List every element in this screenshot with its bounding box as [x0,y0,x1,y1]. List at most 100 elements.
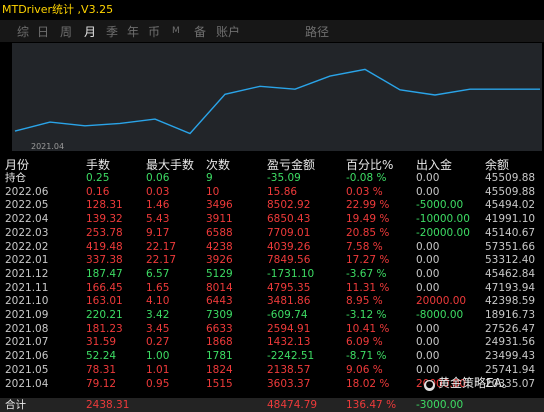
table-cell: 1868 [206,336,233,349]
tab-0[interactable]: 综 [17,23,29,40]
table-cell: 42398.59 [485,295,536,308]
table-cell: 2021.08 [5,322,49,335]
table-cell: 0.00 [416,240,440,253]
total-cell: 136.47 % [346,399,397,411]
table-row[interactable]: 2022.05 128.31 1.46 3496 8502.92 22.99 % -5000… [0,199,544,214]
total-cell: 2438.31 [86,399,130,411]
table-cell: 27526.47 [485,322,536,335]
table-cell: 0.00 [416,254,440,267]
table-cell: -8.71 % [346,350,387,363]
table-cell: 2021.11 [5,281,49,294]
table-row[interactable]: 2022.06 0.16 0.03 10 15.86 0.03 % 0.00 45509.88 [0,185,544,200]
table-cell: 4795.35 [267,281,311,294]
table-cell: 4238 [206,240,233,253]
table-cell: 220.21 [86,309,123,321]
table-cell: 持仓 [5,172,26,184]
total-cell: 合计 [5,399,26,411]
table-cell: -0.08 % [346,172,387,184]
table-cell: 31.59 [86,336,117,349]
tab-10[interactable]: 路径 [305,23,329,40]
table-cell: 163.01 [86,295,123,308]
table-cell: 0.00 [416,336,440,349]
table-cell: 253.78 [86,226,123,239]
tab-9[interactable]: 账户 [216,23,240,40]
table-cell: 3603.37 [267,377,311,390]
table-cell: 1.65 [146,281,170,294]
table-row[interactable]: 2022.01 337.38 22.17 3926 7849.56 17.27 % 0.00… [0,254,544,268]
tab-7[interactable]: M [172,26,180,36]
balance-line [14,68,540,135]
table-cell: 47193.94 [485,281,536,294]
table-cell: 7849.56 [267,254,311,267]
column-header[interactable]: 出入金 [416,156,452,173]
table-row[interactable]: 2021.11 166.45 1.65 8014 4795.35 11.31 % 0.00 4… [0,281,544,296]
tab-2[interactable]: 周 [60,23,72,40]
table-cell: 45140.67 [485,226,536,239]
table-cell: 4.10 [146,295,170,308]
table-cell: 41991.10 [485,213,536,226]
table-cell: 2021.12 [5,267,49,280]
table-row[interactable]: 2021.10 163.01 4.10 6443 3481.86 8.95 % 20000.… [0,295,544,309]
table-row[interactable]: 2022.02 419.48 22.17 4238 4039.26 7.58 % 0.00 5… [0,240,544,255]
table-row[interactable]: 2021.12 187.47 6.57 5129 -1731.10 -3.67 % 0.00… [0,267,544,282]
column-header[interactable]: 余额 [485,156,509,173]
table-cell: 11.31 % [346,281,390,294]
table-row[interactable]: 2022.03 253.78 9.17 6588 7709.01 20.85 % -2000… [0,226,544,241]
table-cell: 1781 [206,350,233,363]
column-header[interactable]: 盈亏金额 [267,156,315,173]
tab-4[interactable]: 季 [106,23,118,40]
table-cell: 0.00 [416,322,440,335]
tab-6[interactable]: 币 [148,23,160,40]
table-cell: 0.00 [416,172,440,184]
column-header[interactable]: 百分比% [346,156,393,173]
table-cell: 6633 [206,322,233,335]
table-cell: 2021.04 [5,377,49,390]
table-row[interactable]: 2021.07 31.59 0.27 1868 1432.13 6.09 % 0.00 249… [0,336,544,351]
table-cell: 2021.06 [5,350,49,363]
table-cell: 8.95 % [346,295,383,308]
table-cell: -1731.10 [267,267,315,280]
table-cell: 2022.05 [5,199,49,212]
table-cell: 337.38 [86,254,123,267]
tab-5[interactable]: 年 [127,23,139,40]
table-cell: 1.01 [146,363,170,376]
table-row[interactable]: 2021.08 181.23 3.45 6633 2594.91 10.41 % 0.00 2… [0,322,544,337]
tab-1[interactable]: 日 [37,23,49,40]
table-cell: -10000.00 [416,213,470,226]
table-row[interactable]: 2021.09 220.21 3.42 7309 -609.74 -3.12 % -8000… [0,309,544,323]
tab-8[interactable]: 备 [194,23,206,40]
table-cell: 17.27 % [346,254,390,267]
table-cell: 0.16 [86,185,110,198]
table-cell: 1515 [206,377,233,390]
table-cell: 0.00 [416,185,440,198]
table-cell: 18916.73 [485,309,536,321]
table-cell: 2594.91 [267,322,311,335]
tab-3[interactable]: 月 [84,23,96,40]
table-cell: 5129 [206,267,233,280]
column-header[interactable]: 最大手数 [146,156,194,173]
table-cell: 19.49 % [346,213,390,226]
column-header[interactable]: 手数 [86,156,110,173]
table-cell: 3496 [206,199,233,212]
column-header[interactable]: 次数 [206,156,230,173]
table-cell: 5.43 [146,213,170,226]
column-header[interactable]: 月份 [5,156,29,173]
table-cell: -609.74 [267,309,308,321]
table-row[interactable]: 2022.04 139.32 5.43 3911 6850.43 19.49 % -1000… [0,213,544,227]
table-row[interactable]: 持仓 0.25 0.06 9 -35.09 -0.08 % 0.00 45509.88 [0,172,544,186]
table-cell: -8000.00 [416,309,464,321]
table-cell: 23499.43 [485,350,536,363]
total-cell: -3000.00 [416,399,464,411]
table-cell: 9.17 [146,226,170,239]
table-cell: 3481.86 [267,295,311,308]
table-cell: 2021.10 [5,295,49,308]
table-cell: 7309 [206,309,233,321]
table-cell: 15.86 [267,185,298,198]
table-cell: 53312.40 [485,254,536,267]
table-row[interactable]: 2021.06 52.24 1.00 1781 -2242.51 -8.71 % 0.00 2… [0,350,544,364]
table-cell: 128.31 [86,199,123,212]
table-cell: 181.23 [86,322,123,335]
table-cell: 45509.88 [485,185,536,198]
table-cell: 57351.66 [485,240,536,253]
table-cell: 18.02 % [346,377,390,390]
